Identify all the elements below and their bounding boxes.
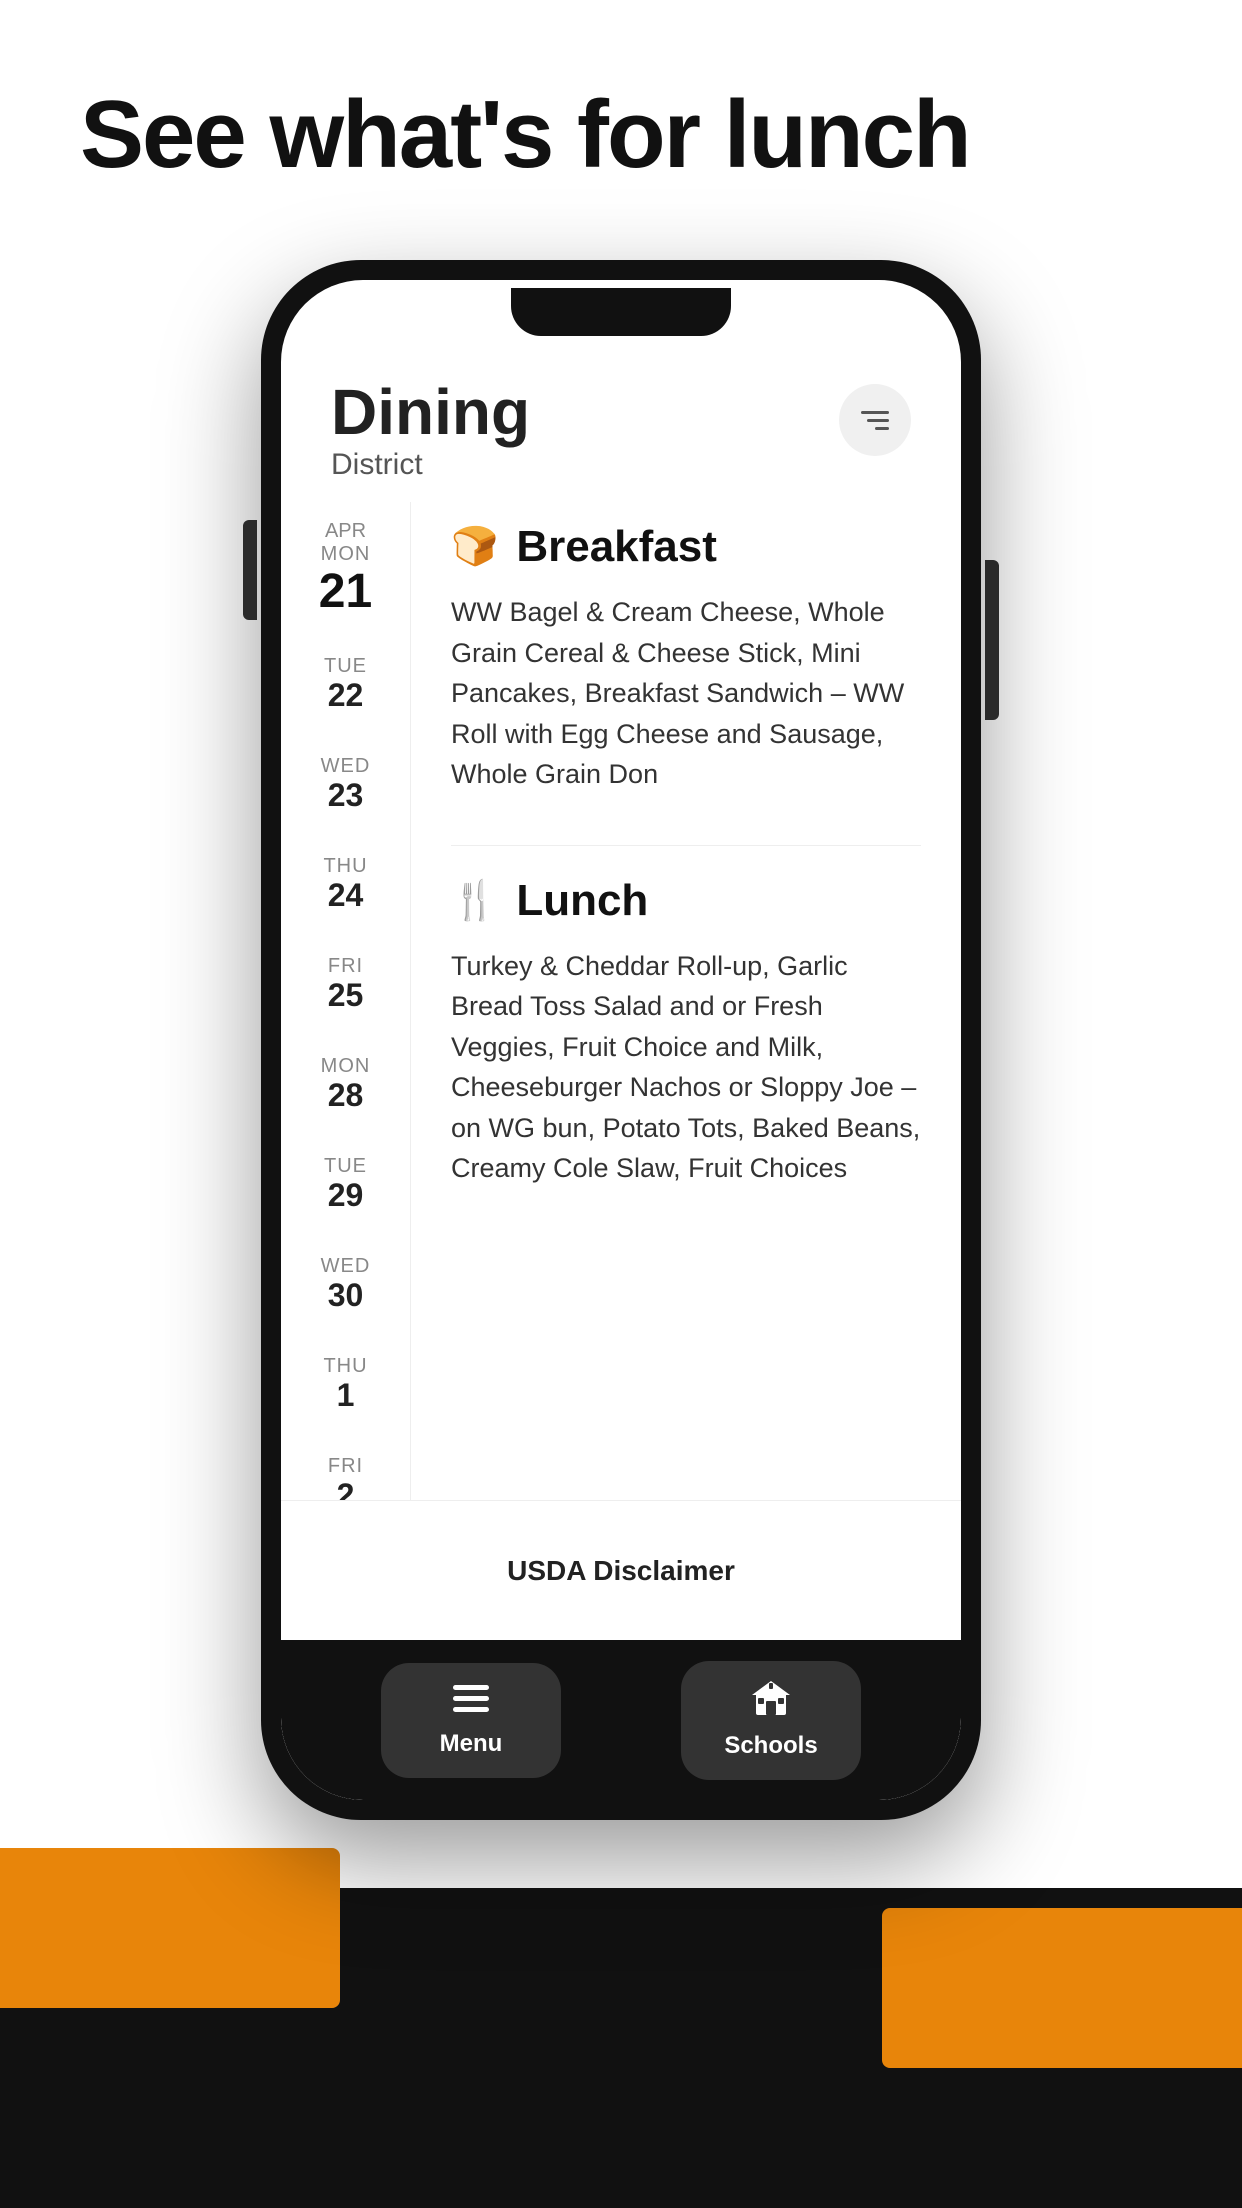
page-title: See what's for lunch — [80, 80, 970, 190]
date-dow: THU — [323, 1355, 367, 1378]
date-num: 29 — [328, 1178, 364, 1213]
schools-tab-icon — [752, 1681, 790, 1724]
tab-schools[interactable]: Schools — [681, 1661, 861, 1780]
phone-mockup: Dining District — [261, 260, 981, 1820]
lunch-description: Turkey & Cheddar Roll-up, Garlic Bread T… — [451, 946, 921, 1189]
phone-screen: Dining District — [281, 280, 961, 1800]
filter-icon — [861, 411, 889, 430]
date-item-23[interactable]: WED 23 — [281, 737, 410, 837]
date-sidebar: Apr MON 21 TUE 22 WED 23 — [281, 502, 411, 1500]
bg-orange-left — [0, 1848, 340, 2008]
date-dow: WED — [321, 1255, 371, 1278]
date-num: 24 — [328, 878, 364, 913]
date-num: 2 — [337, 1478, 355, 1500]
lunch-title: Lunch — [516, 876, 648, 926]
main-area: Apr MON 21 TUE 22 WED 23 — [281, 502, 961, 1500]
lunch-section: 🍴 Lunch Turkey & Cheddar Roll-up, Garlic… — [451, 876, 921, 1189]
phone-frame: Dining District — [261, 260, 981, 1820]
date-dow: THU — [323, 855, 367, 878]
date-num: 21 — [319, 566, 372, 619]
date-dow: MON — [321, 1055, 371, 1078]
date-dow: TUE — [324, 655, 367, 678]
menu-tab-label: Menu — [440, 1730, 503, 1758]
date-num: 25 — [328, 978, 364, 1013]
date-num: 22 — [328, 678, 364, 713]
filter-line-1 — [861, 411, 889, 414]
date-num: 28 — [328, 1078, 364, 1113]
app-subtitle: District — [331, 448, 530, 482]
date-dow: FRI — [328, 955, 363, 978]
lunch-icon: 🍴 — [451, 879, 498, 923]
phone-notch — [511, 288, 731, 336]
filter-line-2 — [867, 419, 889, 422]
date-item-24[interactable]: THU 24 — [281, 837, 410, 937]
date-item-29[interactable]: TUE 29 — [281, 1137, 410, 1237]
screen-content: Dining District — [281, 280, 961, 1800]
bg-orange-right — [882, 1908, 1242, 2068]
date-item-1[interactable]: THU 1 — [281, 1337, 410, 1437]
date-item-28[interactable]: MON 28 — [281, 1037, 410, 1137]
breakfast-header: 🍞 Breakfast — [451, 522, 921, 572]
tab-menu[interactable]: Menu — [381, 1663, 561, 1778]
lunch-header: 🍴 Lunch — [451, 876, 921, 926]
tab-bar: Menu — [281, 1640, 961, 1800]
date-dow: TUE — [324, 1155, 367, 1178]
date-item-22[interactable]: TUE 22 — [281, 637, 410, 737]
date-num: 30 — [328, 1278, 364, 1313]
bottom-bar: USDA Disclaimer — [281, 1500, 961, 1640]
date-item-25[interactable]: FRI 25 — [281, 937, 410, 1037]
date-item-apr21[interactable]: Apr MON 21 — [281, 502, 410, 637]
date-dow: FRI — [328, 1455, 363, 1478]
date-dow: WED — [321, 755, 371, 778]
menu-tab-icon — [453, 1683, 489, 1722]
date-item-30[interactable]: WED 30 — [281, 1237, 410, 1337]
header-title-group: Dining District — [331, 380, 530, 482]
date-dow: MON — [321, 543, 371, 566]
filter-button[interactable] — [839, 384, 911, 456]
date-item-2[interactable]: FRI 2 — [281, 1437, 410, 1500]
usda-disclaimer[interactable]: USDA Disclaimer — [341, 1555, 901, 1587]
date-month-label: Apr — [325, 520, 366, 543]
menu-content: 🍞 Breakfast WW Bagel & Cream Cheese, Who… — [411, 502, 961, 1500]
date-num: 1 — [337, 1378, 355, 1413]
breakfast-section: 🍞 Breakfast WW Bagel & Cream Cheese, Who… — [451, 522, 921, 795]
app-title: Dining — [331, 380, 530, 444]
meal-divider — [451, 845, 921, 846]
breakfast-icon: 🍞 — [451, 525, 498, 569]
breakfast-description: WW Bagel & Cream Cheese, Whole Grain Cer… — [451, 592, 921, 795]
breakfast-title: Breakfast — [516, 522, 717, 572]
schools-tab-label: Schools — [724, 1732, 817, 1760]
filter-line-3 — [875, 427, 889, 430]
date-num: 23 — [328, 778, 364, 813]
